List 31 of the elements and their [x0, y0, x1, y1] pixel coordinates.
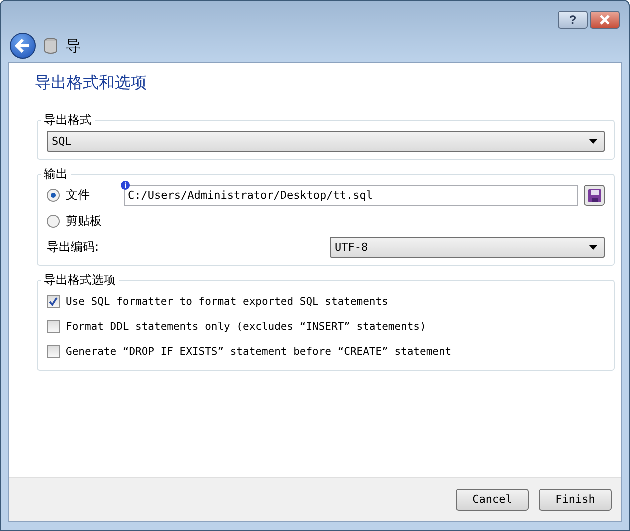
arrow-left-icon	[15, 39, 31, 53]
checkbox-label: Generate “DROP IF EXISTS” statement before “CREATE” statement	[66, 346, 452, 358]
checkbox[interactable]	[47, 320, 60, 333]
group-label: 导出格式选项	[43, 272, 117, 289]
checkbox-label: Format DDL statements only (excludes “INSERT” statements)	[66, 320, 426, 332]
finish-button[interactable]: Finish	[539, 488, 612, 510]
radio-button[interactable]	[47, 189, 60, 202]
caret-icon	[589, 245, 598, 250]
window-title: 导	[66, 36, 81, 56]
save-button[interactable]	[584, 185, 605, 206]
radio-label: 文件	[66, 187, 91, 204]
radio-label: 剪贴板	[66, 213, 103, 230]
back-button[interactable]	[10, 33, 36, 59]
cancel-button[interactable]: Cancel	[456, 488, 529, 510]
help-button[interactable]: ?	[558, 11, 588, 29]
checkbox-label: Use SQL formatter to format exported SQL statements	[66, 296, 388, 308]
caret-icon	[589, 139, 598, 144]
close-icon	[599, 15, 611, 25]
info-icon	[121, 181, 130, 190]
checkbox[interactable]	[47, 345, 60, 358]
group-label: 输出	[43, 166, 69, 183]
database-icon	[44, 38, 58, 54]
group-label: 导出格式	[43, 112, 93, 129]
format-select[interactable]: SQL	[47, 131, 605, 152]
radio-button[interactable]	[47, 215, 60, 228]
encoding-label: 导出编码:	[47, 239, 100, 256]
file-path-field[interactable]: C:/Users/Administrator/Desktop/tt.sql	[124, 185, 578, 206]
close-button[interactable]	[590, 11, 620, 29]
encoding-select[interactable]: UTF-8	[330, 237, 605, 258]
checkbox[interactable]	[47, 295, 60, 308]
page-heading: 导出格式和选项	[35, 73, 148, 94]
